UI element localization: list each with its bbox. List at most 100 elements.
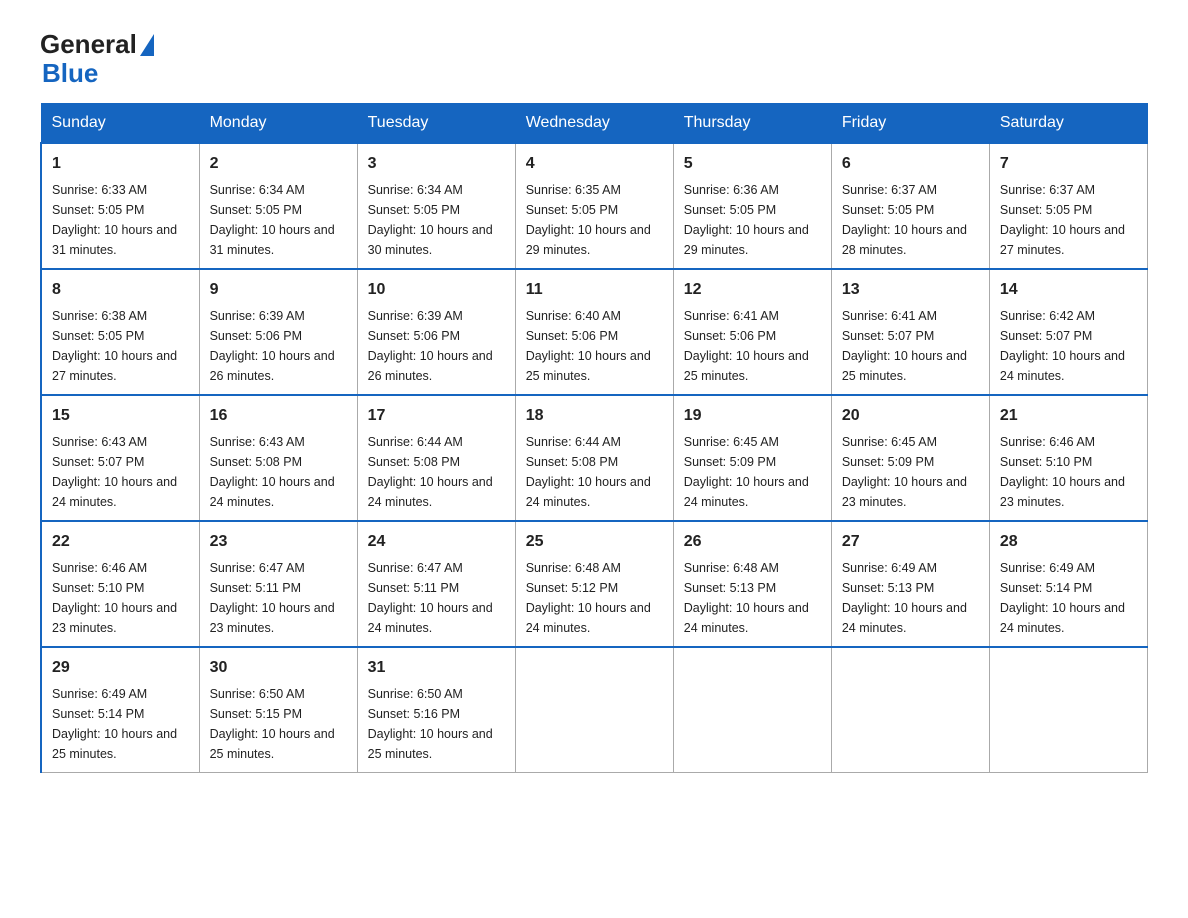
day-info: Sunrise: 6:46 AMSunset: 5:10 PMDaylight:… xyxy=(1000,432,1137,512)
day-number: 22 xyxy=(52,530,189,554)
calendar-cell: 17 Sunrise: 6:44 AMSunset: 5:08 PMDaylig… xyxy=(357,395,515,521)
day-info: Sunrise: 6:43 AMSunset: 5:08 PMDaylight:… xyxy=(210,432,347,512)
day-number: 13 xyxy=(842,278,979,302)
day-number: 6 xyxy=(842,152,979,176)
day-info: Sunrise: 6:33 AMSunset: 5:05 PMDaylight:… xyxy=(52,180,189,260)
header-day-wednesday: Wednesday xyxy=(515,104,673,144)
day-info: Sunrise: 6:35 AMSunset: 5:05 PMDaylight:… xyxy=(526,180,663,260)
header-day-saturday: Saturday xyxy=(989,104,1147,144)
day-number: 8 xyxy=(52,278,189,302)
day-number: 31 xyxy=(368,656,505,680)
page-header: General Blue xyxy=(40,30,1148,87)
day-info: Sunrise: 6:49 AMSunset: 5:14 PMDaylight:… xyxy=(52,684,189,764)
calendar-cell: 8 Sunrise: 6:38 AMSunset: 5:05 PMDayligh… xyxy=(41,269,199,395)
day-info: Sunrise: 6:39 AMSunset: 5:06 PMDaylight:… xyxy=(210,306,347,386)
calendar-cell: 16 Sunrise: 6:43 AMSunset: 5:08 PMDaylig… xyxy=(199,395,357,521)
week-row-3: 15 Sunrise: 6:43 AMSunset: 5:07 PMDaylig… xyxy=(41,395,1148,521)
day-number: 9 xyxy=(210,278,347,302)
calendar-cell: 31 Sunrise: 6:50 AMSunset: 5:16 PMDaylig… xyxy=(357,647,515,773)
calendar-cell: 11 Sunrise: 6:40 AMSunset: 5:06 PMDaylig… xyxy=(515,269,673,395)
day-info: Sunrise: 6:39 AMSunset: 5:06 PMDaylight:… xyxy=(368,306,505,386)
day-info: Sunrise: 6:44 AMSunset: 5:08 PMDaylight:… xyxy=(526,432,663,512)
day-info: Sunrise: 6:50 AMSunset: 5:15 PMDaylight:… xyxy=(210,684,347,764)
day-info: Sunrise: 6:34 AMSunset: 5:05 PMDaylight:… xyxy=(368,180,505,260)
day-number: 2 xyxy=(210,152,347,176)
day-info: Sunrise: 6:36 AMSunset: 5:05 PMDaylight:… xyxy=(684,180,821,260)
day-number: 27 xyxy=(842,530,979,554)
day-number: 29 xyxy=(52,656,189,680)
calendar-cell xyxy=(673,647,831,773)
day-number: 20 xyxy=(842,404,979,428)
day-number: 18 xyxy=(526,404,663,428)
day-number: 14 xyxy=(1000,278,1137,302)
calendar-cell: 5 Sunrise: 6:36 AMSunset: 5:05 PMDayligh… xyxy=(673,143,831,269)
logo-inner: General Blue xyxy=(40,30,154,87)
calendar-cell: 14 Sunrise: 6:42 AMSunset: 5:07 PMDaylig… xyxy=(989,269,1147,395)
calendar-cell: 20 Sunrise: 6:45 AMSunset: 5:09 PMDaylig… xyxy=(831,395,989,521)
logo-general: General xyxy=(40,30,137,59)
calendar-cell: 26 Sunrise: 6:48 AMSunset: 5:13 PMDaylig… xyxy=(673,521,831,647)
calendar-cell: 10 Sunrise: 6:39 AMSunset: 5:06 PMDaylig… xyxy=(357,269,515,395)
calendar-cell: 2 Sunrise: 6:34 AMSunset: 5:05 PMDayligh… xyxy=(199,143,357,269)
day-number: 17 xyxy=(368,404,505,428)
day-info: Sunrise: 6:47 AMSunset: 5:11 PMDaylight:… xyxy=(368,558,505,638)
calendar-cell: 23 Sunrise: 6:47 AMSunset: 5:11 PMDaylig… xyxy=(199,521,357,647)
day-number: 16 xyxy=(210,404,347,428)
day-info: Sunrise: 6:42 AMSunset: 5:07 PMDaylight:… xyxy=(1000,306,1137,386)
logo-triangle-icon xyxy=(140,34,154,56)
day-info: Sunrise: 6:41 AMSunset: 5:07 PMDaylight:… xyxy=(842,306,979,386)
day-number: 23 xyxy=(210,530,347,554)
calendar-cell: 4 Sunrise: 6:35 AMSunset: 5:05 PMDayligh… xyxy=(515,143,673,269)
header-row: SundayMondayTuesdayWednesdayThursdayFrid… xyxy=(41,104,1148,144)
day-info: Sunrise: 6:40 AMSunset: 5:06 PMDaylight:… xyxy=(526,306,663,386)
day-number: 21 xyxy=(1000,404,1137,428)
calendar-cell: 7 Sunrise: 6:37 AMSunset: 5:05 PMDayligh… xyxy=(989,143,1147,269)
calendar-cell: 30 Sunrise: 6:50 AMSunset: 5:15 PMDaylig… xyxy=(199,647,357,773)
calendar-cell: 3 Sunrise: 6:34 AMSunset: 5:05 PMDayligh… xyxy=(357,143,515,269)
day-info: Sunrise: 6:37 AMSunset: 5:05 PMDaylight:… xyxy=(842,180,979,260)
calendar-cell: 28 Sunrise: 6:49 AMSunset: 5:14 PMDaylig… xyxy=(989,521,1147,647)
day-info: Sunrise: 6:48 AMSunset: 5:13 PMDaylight:… xyxy=(684,558,821,638)
calendar-cell: 27 Sunrise: 6:49 AMSunset: 5:13 PMDaylig… xyxy=(831,521,989,647)
day-number: 3 xyxy=(368,152,505,176)
day-info: Sunrise: 6:45 AMSunset: 5:09 PMDaylight:… xyxy=(842,432,979,512)
calendar-cell: 6 Sunrise: 6:37 AMSunset: 5:05 PMDayligh… xyxy=(831,143,989,269)
day-number: 11 xyxy=(526,278,663,302)
calendar-cell: 22 Sunrise: 6:46 AMSunset: 5:10 PMDaylig… xyxy=(41,521,199,647)
header-day-sunday: Sunday xyxy=(41,104,199,144)
week-row-4: 22 Sunrise: 6:46 AMSunset: 5:10 PMDaylig… xyxy=(41,521,1148,647)
calendar-cell: 19 Sunrise: 6:45 AMSunset: 5:09 PMDaylig… xyxy=(673,395,831,521)
day-info: Sunrise: 6:45 AMSunset: 5:09 PMDaylight:… xyxy=(684,432,821,512)
day-info: Sunrise: 6:49 AMSunset: 5:14 PMDaylight:… xyxy=(1000,558,1137,638)
header-day-thursday: Thursday xyxy=(673,104,831,144)
day-number: 26 xyxy=(684,530,821,554)
day-info: Sunrise: 6:37 AMSunset: 5:05 PMDaylight:… xyxy=(1000,180,1137,260)
week-row-2: 8 Sunrise: 6:38 AMSunset: 5:05 PMDayligh… xyxy=(41,269,1148,395)
calendar-cell: 29 Sunrise: 6:49 AMSunset: 5:14 PMDaylig… xyxy=(41,647,199,773)
day-info: Sunrise: 6:49 AMSunset: 5:13 PMDaylight:… xyxy=(842,558,979,638)
calendar-cell xyxy=(515,647,673,773)
calendar-cell xyxy=(831,647,989,773)
day-number: 1 xyxy=(52,152,189,176)
day-number: 15 xyxy=(52,404,189,428)
day-info: Sunrise: 6:38 AMSunset: 5:05 PMDaylight:… xyxy=(52,306,189,386)
day-number: 7 xyxy=(1000,152,1137,176)
calendar-cell: 18 Sunrise: 6:44 AMSunset: 5:08 PMDaylig… xyxy=(515,395,673,521)
day-number: 30 xyxy=(210,656,347,680)
day-number: 12 xyxy=(684,278,821,302)
header-day-tuesday: Tuesday xyxy=(357,104,515,144)
day-info: Sunrise: 6:46 AMSunset: 5:10 PMDaylight:… xyxy=(52,558,189,638)
day-info: Sunrise: 6:47 AMSunset: 5:11 PMDaylight:… xyxy=(210,558,347,638)
logo: General Blue xyxy=(40,30,154,87)
day-number: 25 xyxy=(526,530,663,554)
header-day-monday: Monday xyxy=(199,104,357,144)
calendar-cell: 1 Sunrise: 6:33 AMSunset: 5:05 PMDayligh… xyxy=(41,143,199,269)
day-number: 4 xyxy=(526,152,663,176)
calendar-cell: 9 Sunrise: 6:39 AMSunset: 5:06 PMDayligh… xyxy=(199,269,357,395)
day-info: Sunrise: 6:41 AMSunset: 5:06 PMDaylight:… xyxy=(684,306,821,386)
day-info: Sunrise: 6:43 AMSunset: 5:07 PMDaylight:… xyxy=(52,432,189,512)
day-info: Sunrise: 6:44 AMSunset: 5:08 PMDaylight:… xyxy=(368,432,505,512)
calendar-cell: 24 Sunrise: 6:47 AMSunset: 5:11 PMDaylig… xyxy=(357,521,515,647)
calendar-cell: 15 Sunrise: 6:43 AMSunset: 5:07 PMDaylig… xyxy=(41,395,199,521)
week-row-1: 1 Sunrise: 6:33 AMSunset: 5:05 PMDayligh… xyxy=(41,143,1148,269)
